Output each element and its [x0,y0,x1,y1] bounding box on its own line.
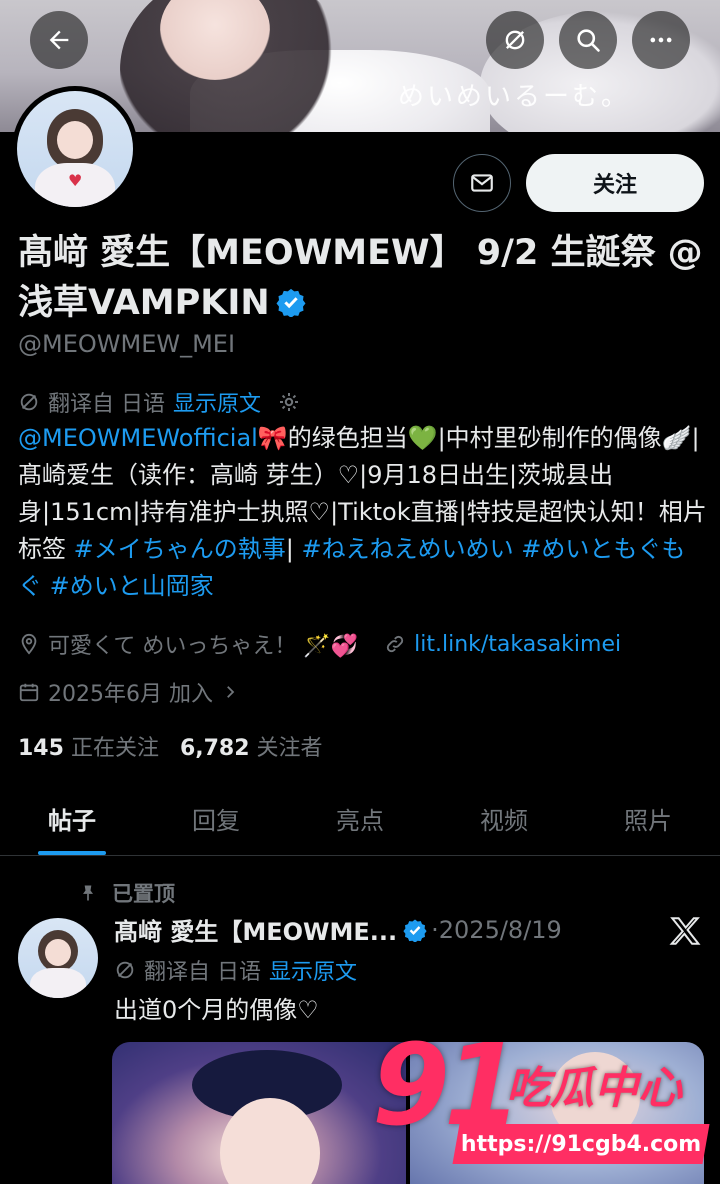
bio-hashtag-link[interactable]: #めいと山岡家 [50,572,214,600]
followers-label: 关注者 [256,736,323,761]
profile-avatar[interactable]: ♥ [12,86,138,212]
tab-posts-label: 帖子 [48,807,96,835]
watermark-url: https://91cgb4.com [452,1124,710,1164]
heart-icon: ♥ [68,171,83,190]
calendar-icon [19,683,39,702]
followers-stat[interactable]: 6,782 关注者 [180,736,323,761]
translate-icon [20,393,38,411]
search-icon [577,29,600,52]
grok-button[interactable] [486,11,544,69]
watermark: 91 吃瓜中心 https://91cgb4.com [372,1030,712,1170]
following-stat[interactable]: 145 正在关注 [18,736,159,761]
bio-hashtag-link[interactable]: #ねえねえめいめい [301,535,513,563]
profile-bio: @MEOWMEWofficial🎀的绿色担当💚|中村里砂制作的偶像🪽|髙崎爱生（… [18,420,708,605]
banner-caption: めいめいるーむ。 [398,82,631,112]
profile-website-link[interactable]: lit.link/takasakimei [414,632,621,657]
follow-button[interactable]: 关注 [526,154,704,212]
back-button[interactable] [30,11,88,69]
translate-label: 翻译自 日语 [144,960,261,985]
location-website-row: 可愛くて めいっちゃえ！ 🪄💞 lit.link/takasakimei [18,628,621,660]
tab-videos[interactable]: 视频 [432,782,576,855]
post-translate-row: 翻译自 日语 显示原文 [114,954,357,986]
tab-photos[interactable]: 照片 [576,782,720,855]
more-icon [650,37,672,43]
tab-replies-label: 回复 [192,807,240,835]
post-header: 髙﨑 愛生【MEOWME... ·2025/8/19 [114,912,562,947]
bio-translate-row: 翻译自 日语 显示原文 [18,386,301,418]
watermark-url-text: https://91cgb4.com [460,1131,702,1157]
translate-icon [116,961,134,979]
pinned-indicator: 已置顶 [78,878,175,908]
location-pin-icon [21,633,37,655]
followers-count: 6,782 [179,736,250,761]
search-button[interactable] [559,11,617,69]
display-name: 髙﨑 愛生【MEOWMEW】 9/2 生誕祭 @浅草VAMPKIN [18,228,708,328]
tab-highlights[interactable]: 亮点 [288,782,432,855]
post-text: 出道0个月的偶像♡ [114,996,319,1024]
following-label: 正在关注 [70,736,159,761]
follow-stats: 145 正在关注 6,782 关注者 [18,730,323,762]
active-tab-indicator [38,851,106,855]
x-logo-icon [669,917,701,945]
post-author-avatar[interactable] [18,918,98,998]
back-arrow-icon [49,30,69,50]
avatar: ♥ [17,91,133,207]
bio-mention-link[interactable]: @MEOWMEWofficial [18,424,258,452]
post-date: ·2025/8/19 [431,915,562,944]
settings-gear-icon[interactable] [277,390,301,414]
tab-replies[interactable]: 回复 [144,782,288,855]
post-image[interactable] [112,1042,406,1184]
mail-icon [471,174,493,192]
profile-location: 可愛くて めいっちゃえ！ 🪄💞 [48,634,359,659]
post-author-name[interactable]: 髙﨑 愛生【MEOWME... [114,912,397,947]
verified-badge-icon [276,288,306,317]
pin-icon [83,885,93,901]
tab-posts[interactable]: 帖子 [0,782,144,855]
bio-text [42,572,50,600]
message-button[interactable] [453,154,511,212]
bio-text: | [285,535,302,563]
joined-row[interactable]: 2025年6月 加入 [18,676,247,708]
show-original-link[interactable]: 显示原文 [269,954,357,986]
pinned-label: 已置顶 [112,882,175,906]
link-icon [387,635,404,653]
verified-badge-icon [403,919,427,942]
tab-videos-label: 视频 [480,807,528,835]
tab-photos-label: 照片 [624,807,672,835]
joined-date: 2025年6月 加入 [48,682,213,707]
bio-hashtag-link[interactable]: #メイちゃんの執事 [74,535,286,563]
following-count: 145 [18,736,64,761]
tab-highlights-label: 亮点 [336,807,384,835]
translate-label: 翻译自 日语 [48,392,165,417]
profile-tabs: 帖子 回复 亮点 视频 照片 [0,782,720,856]
more-button[interactable] [632,11,690,69]
chevron-right-icon [227,686,235,698]
profile-handle: @MEOWMEW_MEI [18,330,236,358]
watermark-title: 吃瓜中心 [506,1063,682,1114]
display-name-text: 髙﨑 愛生【MEOWMEW】 9/2 生誕祭 @浅草VAMPKIN [18,233,703,323]
grok-icon [505,30,525,50]
show-original-link[interactable]: 显示原文 [173,386,261,418]
